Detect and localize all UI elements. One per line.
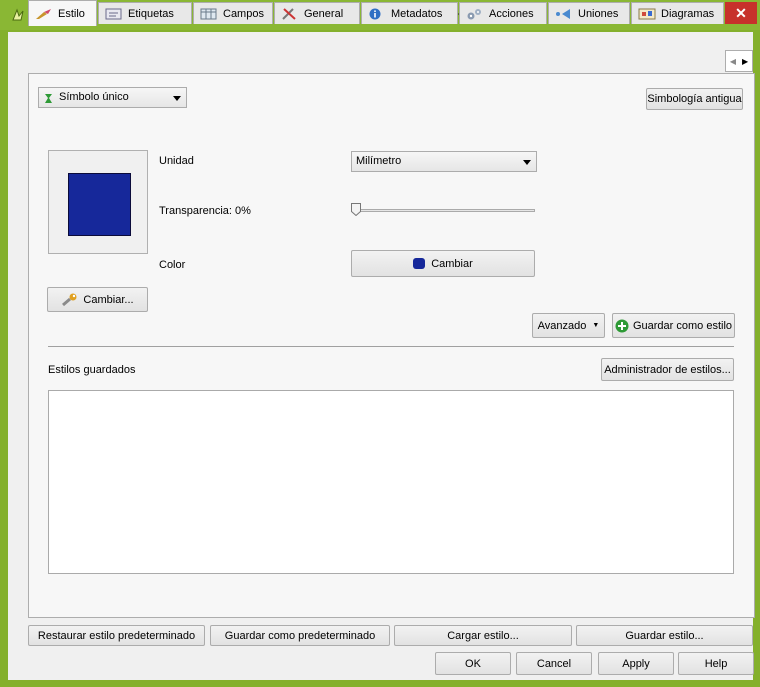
add-icon: [615, 319, 629, 332]
saved-styles-label: Estilos guardados: [48, 364, 136, 376]
tab-general[interactable]: General: [274, 2, 360, 24]
transparency-label: Transparencia: 0%: [159, 205, 251, 217]
tab-label: Etiquetas: [128, 7, 174, 20]
chevron-down-icon: ▼: [592, 322, 600, 329]
tab-scroll-buttons[interactable]: ◀ ▶: [725, 50, 753, 72]
save-as-style-label: Guardar como estilo: [632, 319, 733, 332]
scroll-right-icon[interactable]: ▶: [742, 57, 748, 66]
change-color-label: Cambiar: [431, 257, 473, 270]
renderer-select[interactable]: Símbolo único: [38, 87, 187, 108]
separator: [48, 346, 734, 347]
tab-label: Campos: [223, 7, 264, 20]
cancel-button[interactable]: Cancel: [516, 652, 592, 675]
tab-estilo[interactable]: Estilo: [28, 0, 97, 26]
apply-button[interactable]: Apply: [598, 652, 674, 675]
renderer-value: Símbolo único: [59, 91, 129, 103]
tab-etiquetas[interactable]: Etiquetas: [98, 2, 192, 24]
tab-diagramas[interactable]: Diagramas: [631, 2, 724, 24]
table-icon: [200, 8, 217, 19]
tab-label: Uniones: [578, 7, 619, 20]
tab-acciones[interactable]: Acciones: [459, 2, 547, 24]
color-label: Color: [159, 259, 186, 271]
unit-value: Milímetro: [356, 155, 402, 167]
transparency-slider[interactable]: [352, 209, 535, 212]
symbol-fill-swatch: [68, 173, 131, 236]
tab-label: Acciones: [489, 7, 534, 20]
restore-default-style-button[interactable]: Restaurar estilo predeterminado: [28, 625, 205, 646]
saved-styles-list[interactable]: [48, 390, 734, 574]
tab-label: Metadatos: [391, 7, 443, 20]
brush-icon: [36, 8, 51, 19]
save-as-default-button[interactable]: Guardar como predeterminado: [210, 625, 390, 646]
slider-handle[interactable]: [351, 203, 361, 216]
color-swatch: [413, 258, 426, 269]
join-icon: [556, 8, 570, 19]
gears-icon: [467, 8, 481, 19]
tab-metadatos[interactable]: Metadatos: [361, 2, 458, 24]
help-button[interactable]: Help: [678, 652, 754, 675]
ok-button[interactable]: OK: [435, 652, 511, 675]
style-manager-button[interactable]: Administrador de estilos...: [601, 358, 734, 381]
change-symbol-button[interactable]: Cambiar...: [47, 287, 148, 312]
chevron-down-icon: [173, 95, 181, 101]
label-icon: [105, 8, 122, 19]
tab-uniones[interactable]: Uniones: [548, 2, 630, 24]
change-color-button[interactable]: Cambiar: [351, 250, 535, 277]
scroll-left-icon[interactable]: ◀: [730, 57, 736, 66]
tab-campos[interactable]: Campos: [193, 2, 273, 24]
diagram-icon: [638, 8, 656, 19]
info-icon: [369, 8, 381, 19]
unit-select[interactable]: Milímetro: [351, 151, 537, 172]
save-as-style-button[interactable]: Guardar como estilo: [612, 313, 735, 338]
load-style-button[interactable]: Cargar estilo...: [394, 625, 572, 646]
single-symbol-icon: [45, 94, 52, 103]
unit-label: Unidad: [159, 155, 194, 167]
tab-label: Estilo: [58, 7, 85, 20]
tools-icon: [282, 7, 296, 20]
advanced-button[interactable]: Avanzado ▼: [532, 313, 605, 338]
wrench-icon: [62, 293, 77, 306]
close-button[interactable]: ✕: [725, 2, 757, 24]
old-symbology-button[interactable]: Simbología antigua: [646, 88, 743, 110]
symbol-preview: [48, 150, 148, 254]
change-symbol-label: Cambiar...: [83, 293, 134, 306]
advanced-label: Avanzado: [537, 319, 587, 332]
tab-label: Diagramas: [661, 7, 715, 20]
tab-label: General: [304, 7, 344, 20]
save-style-button[interactable]: Guardar estilo...: [576, 625, 753, 646]
chevron-down-icon: [523, 159, 531, 165]
